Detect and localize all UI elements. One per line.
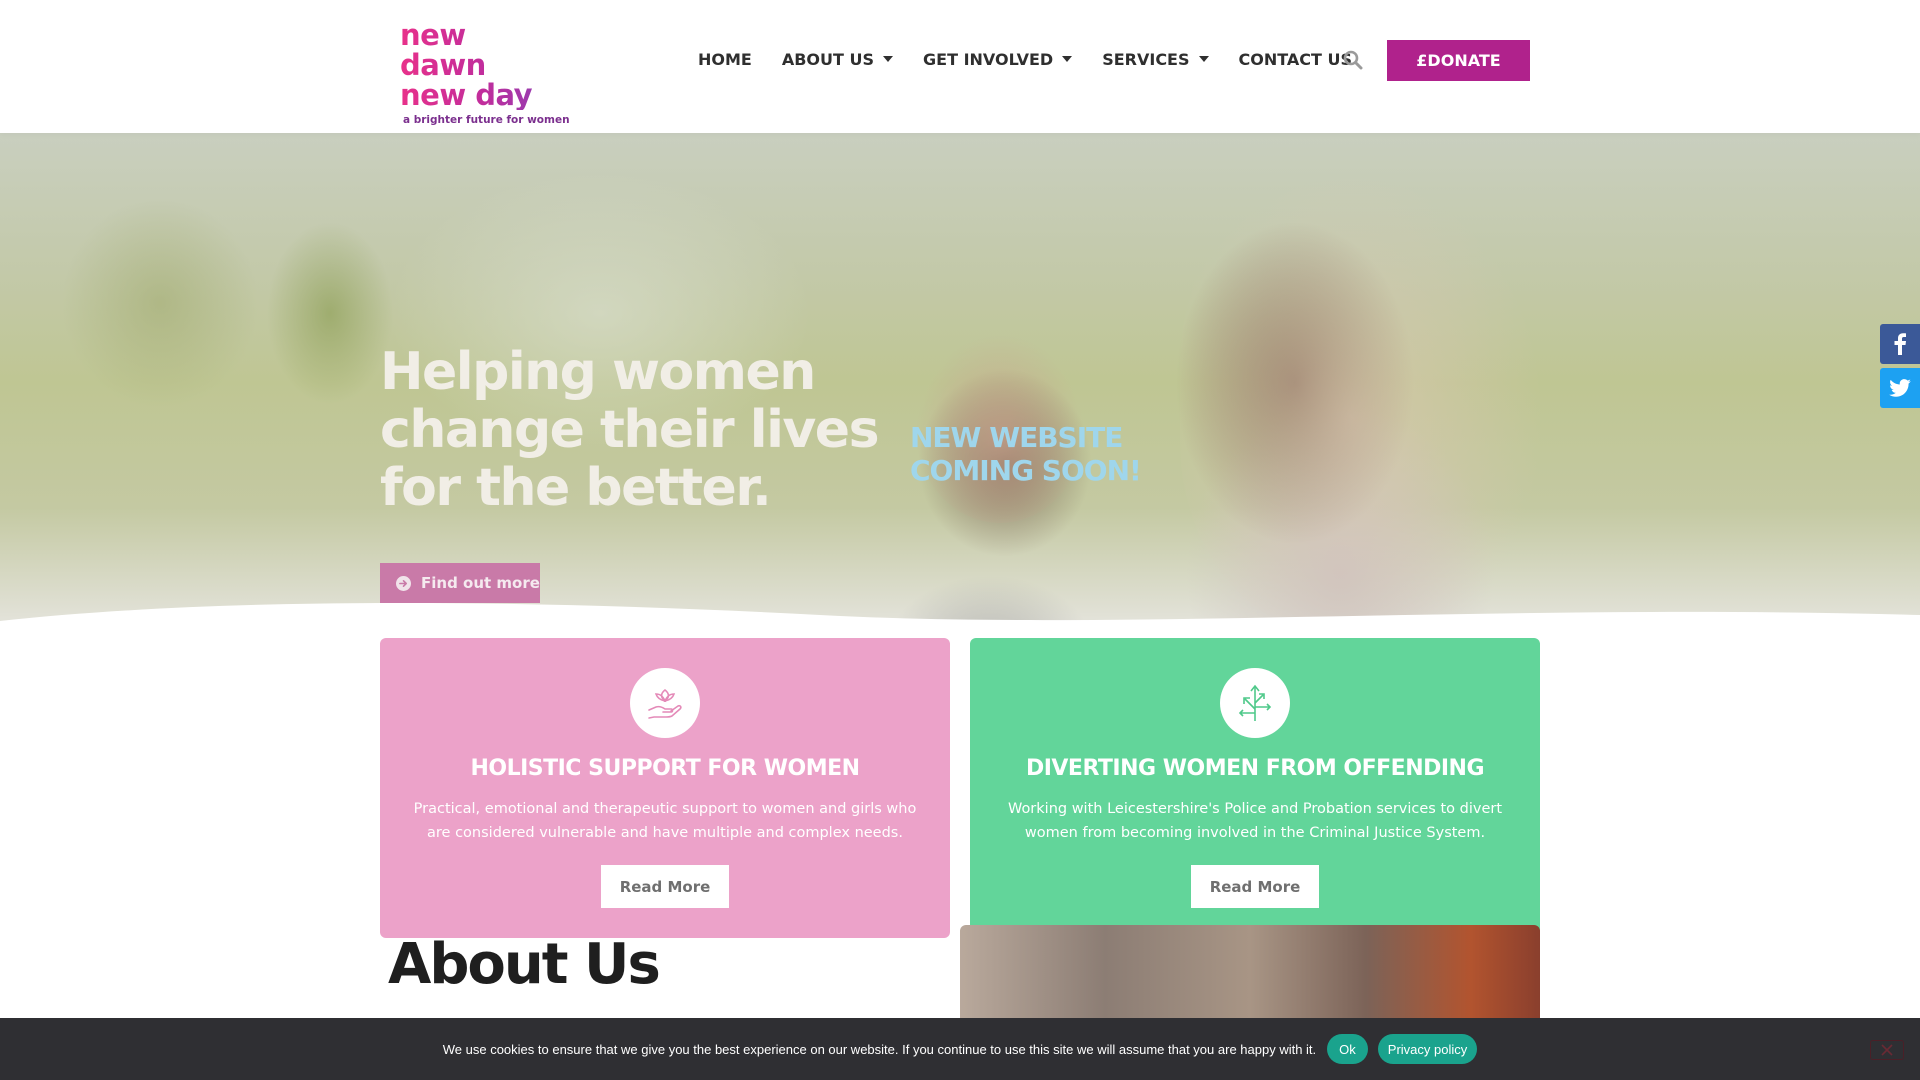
nav-item-label: ABOUT US	[781, 49, 875, 69]
twitter-share-button[interactable]	[1880, 368, 1920, 408]
nav-item-contact-us[interactable]: CONTACT US	[1239, 50, 1353, 69]
facebook-share-button[interactable]	[1880, 324, 1920, 364]
privacy-policy-button[interactable]: Privacy policy	[1377, 1034, 1478, 1064]
logo-line-2: new day	[400, 80, 550, 110]
nav-item-services[interactable]: SERVICES	[1102, 49, 1209, 69]
holistic-support-card: HOLISTIC SUPPORT FOR WOMEN Practical, em…	[380, 638, 950, 938]
caret-down-icon	[883, 56, 894, 62]
nav-item-label: GET INVOLVED	[923, 49, 1054, 69]
coming-soon-notice: NEW WEBSITE COMING SOON!	[910, 421, 1142, 487]
read-more-button[interactable]: Read More	[601, 865, 729, 908]
cookie-notice-text: We use cookies to ensure that we give yo…	[442, 1041, 1317, 1057]
arrow-circle-right-icon	[396, 575, 411, 591]
nav-item-home[interactable]: HOME	[698, 50, 752, 69]
nav-item-label: HOME	[698, 49, 752, 69]
hero-wave-divider	[0, 602, 1920, 633]
card-text: Practical, emotional and therapeutic sup…	[413, 801, 917, 841]
donate-button[interactable]: £DONATE	[1387, 40, 1530, 81]
facebook-icon	[1894, 333, 1906, 355]
coming-soon-line-2: COMING SOON!	[910, 454, 1142, 487]
main-nav: HOME ABOUT US GET INVOLVED SERVICES CONT…	[698, 48, 1382, 70]
nav-item-get-involved[interactable]: GET INVOLVED	[923, 49, 1073, 69]
directions-arrows-icon	[1220, 668, 1290, 738]
about-us-heading: About Us	[388, 932, 661, 997]
find-out-more-label: Find out more	[421, 574, 540, 592]
site-header: new dawn new day a brighter future for w…	[0, 0, 1920, 133]
read-more-button[interactable]: Read More	[1191, 865, 1319, 908]
logo-line-1: new dawn	[400, 20, 550, 80]
hero-banner: Helping women change their lives for the…	[0, 133, 1920, 633]
card-text: Working with Leicestershire's Police and…	[1007, 801, 1503, 841]
card-title: HOLISTIC SUPPORT FOR WOMEN	[470, 756, 860, 781]
twitter-icon	[1889, 379, 1911, 397]
nav-item-about-us[interactable]: ABOUT US	[781, 49, 894, 69]
nav-item-label: SERVICES	[1102, 49, 1190, 69]
site-logo[interactable]: new dawn new day a brighter future for w…	[400, 20, 570, 126]
caret-down-icon	[1198, 56, 1209, 62]
cookie-ok-button[interactable]: Ok	[1327, 1034, 1368, 1064]
coming-soon-line-1: NEW WEBSITE	[910, 421, 1123, 454]
hand-flower-icon	[630, 668, 700, 738]
close-icon[interactable]	[1870, 1040, 1904, 1060]
hero-photo-woman	[1180, 153, 1560, 633]
hero-title: Helping women change their lives for the…	[380, 342, 880, 518]
caret-down-icon	[1062, 56, 1073, 62]
diverting-women-card: DIVERTING WOMEN FROM OFFENDING Working w…	[970, 638, 1540, 938]
logo-tagline: a brighter future for women	[403, 114, 570, 126]
card-title: DIVERTING WOMEN FROM OFFENDING	[1025, 756, 1485, 781]
search-icon[interactable]	[1343, 50, 1363, 70]
nav-item-label: CONTACT US	[1238, 49, 1353, 69]
cookie-notice-bar: We use cookies to ensure that we give yo…	[0, 1018, 1920, 1080]
